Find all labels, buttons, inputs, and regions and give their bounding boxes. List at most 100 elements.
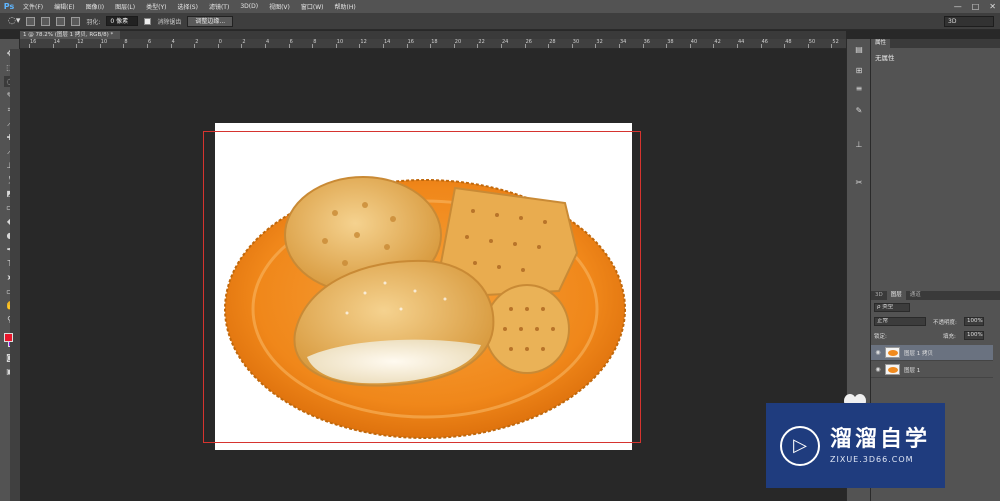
ruler-tick-label: 4: [266, 39, 270, 45]
ruler-tick-mark: [29, 44, 30, 48]
tool-presets-panel-icon[interactable]: ✂: [853, 177, 865, 189]
menu-type[interactable]: 类型(Y): [141, 2, 172, 11]
ruler-tick-mark: [170, 44, 172, 48]
ruler-tick-label: 6: [148, 39, 152, 45]
ruler-tick-mark: [807, 44, 809, 48]
ruler-tick-mark: [666, 44, 668, 48]
ruler-tick-mark: [524, 44, 526, 48]
ruler-tick-label: 40: [690, 39, 698, 45]
ruler-tick-label: 32: [596, 39, 603, 45]
ruler-tick-label: 26: [525, 39, 532, 45]
properties-body: 无属性: [875, 54, 895, 62]
ruler-tick-label: 8: [313, 39, 317, 45]
ruler-tick-label: 44: [738, 39, 745, 45]
layer-name: 图层 1 拷贝: [904, 350, 933, 357]
ruler-tick-label: 52: [832, 39, 839, 45]
ruler-tick-mark: [76, 44, 78, 48]
foreground-color-swatch[interactable]: [4, 333, 13, 342]
fill-label: 填充:: [943, 334, 956, 340]
ruler-tick-label: 12: [360, 39, 367, 45]
feather-label: 羽化:: [86, 18, 101, 26]
opacity-label: 不透明度:: [933, 320, 957, 326]
lock-label: 锁定:: [874, 334, 887, 340]
layer-thumbnail: [885, 347, 900, 358]
menu-edit[interactable]: 编辑(E): [49, 2, 80, 11]
opacity-input[interactable]: 100%: [964, 317, 984, 326]
ruler-tick-label: 18: [431, 39, 438, 45]
ruler-tick-label: 36: [643, 39, 650, 45]
maximize-button[interactable]: □: [972, 2, 980, 11]
add-selection-icon[interactable]: [41, 16, 51, 26]
layer-thumbnail: [885, 364, 900, 375]
tab-channels[interactable]: 通道: [906, 291, 925, 300]
menu-3d[interactable]: 3D(D): [235, 3, 264, 10]
ruler-tick-mark: [548, 44, 550, 48]
menu-filter[interactable]: 滤镜(T): [204, 2, 235, 11]
tab-layers[interactable]: 图层: [886, 291, 906, 300]
menu-image[interactable]: 图像(I): [81, 2, 110, 11]
lasso-preset-icon[interactable]: ◌▾: [8, 16, 20, 26]
eye-icon[interactable]: ◉: [871, 366, 885, 373]
ruler-tick-label: 42: [714, 39, 721, 45]
watermark-url: ZIXUE.3D66.COM: [830, 455, 914, 464]
ruler-tick-label: 8: [124, 39, 128, 45]
ruler-tick-mark: [501, 44, 502, 48]
ruler-tick-mark: [713, 44, 715, 48]
history-panel-icon[interactable]: ▤: [853, 44, 865, 56]
ruler-tick-label: 12: [77, 39, 84, 45]
close-button[interactable]: ✕: [989, 2, 996, 11]
ruler-tick-label: 10: [100, 39, 108, 45]
ruler-tick-mark: [241, 44, 243, 48]
adjustments-panel-icon[interactable]: ⊞: [853, 65, 865, 77]
menu-select[interactable]: 选择(S): [172, 2, 204, 11]
photoshop-logo-icon: Ps: [3, 2, 15, 11]
antialias-checkbox[interactable]: [144, 17, 152, 25]
menu-help[interactable]: 帮助(H): [330, 2, 362, 11]
layer-filter-select[interactable]: ρ 类型: [874, 303, 910, 312]
menu-window[interactable]: 窗口(W): [296, 2, 330, 11]
document-tab[interactable]: 1 @ 78.2% (图层 1 拷贝, RGB/8) *: [20, 31, 120, 39]
ruler-tick-mark: [147, 44, 148, 48]
ruler-tick-mark: [430, 44, 432, 48]
ruler-tick-mark: [265, 44, 266, 48]
horizontal-ruler: 16 14 12 10 8 6 4 2 0 2 4 6 8 10 12 14 16 18 20 22 24 26 28 30 3…: [20, 39, 846, 49]
intersect-selection-icon[interactable]: [71, 16, 81, 26]
minimize-button[interactable]: —: [954, 2, 962, 11]
ruler-tick-label: 0: [218, 39, 222, 45]
brush-panel-icon[interactable]: ✎: [853, 105, 865, 117]
ruler-tick-mark: [359, 44, 361, 48]
ruler-tick-mark: [737, 44, 738, 48]
tab-properties[interactable]: 属性: [871, 39, 891, 48]
blend-mode-select[interactable]: 正常: [874, 317, 926, 326]
layer-row[interactable]: ◉ 图层 1 拷贝: [871, 345, 993, 361]
clone-source-panel-icon[interactable]: ⊥: [853, 139, 865, 151]
ruler-tick-label: 14: [384, 39, 391, 45]
layer-name: 图层 1: [904, 367, 921, 374]
refine-edge-button[interactable]: 调整边缘...: [187, 15, 234, 27]
ruler-tick-mark: [642, 44, 644, 48]
ruler-tick-mark: [571, 44, 573, 48]
ruler-tick-label: 28: [549, 39, 556, 45]
ruler-tick-label: 2: [242, 39, 246, 45]
ruler-tick-mark: [123, 44, 125, 48]
subtract-selection-icon[interactable]: [56, 16, 66, 26]
ruler-tick-label: 48: [785, 39, 792, 45]
menu-layer[interactable]: 图层(L): [110, 2, 141, 11]
ruler-tick-label: 14: [53, 39, 60, 45]
menu-view[interactable]: 视图(V): [264, 2, 296, 11]
layer-row[interactable]: ◉ 图层 1: [871, 362, 993, 378]
eye-icon[interactable]: ◉: [871, 349, 885, 356]
selection-rectangle: [203, 131, 641, 443]
layers-panel-header: 3D 图层 通道: [871, 291, 1000, 300]
ruler-tick-mark: [312, 44, 314, 48]
properties-panel-icon[interactable]: ≡: [853, 83, 865, 95]
new-selection-icon[interactable]: [26, 16, 36, 26]
tab-3d[interactable]: 3D: [871, 291, 887, 300]
ruler-tick-mark: [619, 44, 620, 48]
feather-input[interactable]: 0 像素: [106, 16, 139, 26]
menu-file[interactable]: 文件(F): [18, 2, 49, 11]
vertical-ruler: [10, 49, 20, 501]
ruler-tick-label: 2: [195, 39, 199, 45]
fill-input[interactable]: 100%: [964, 331, 984, 340]
workspace-select[interactable]: 3D: [944, 16, 994, 27]
